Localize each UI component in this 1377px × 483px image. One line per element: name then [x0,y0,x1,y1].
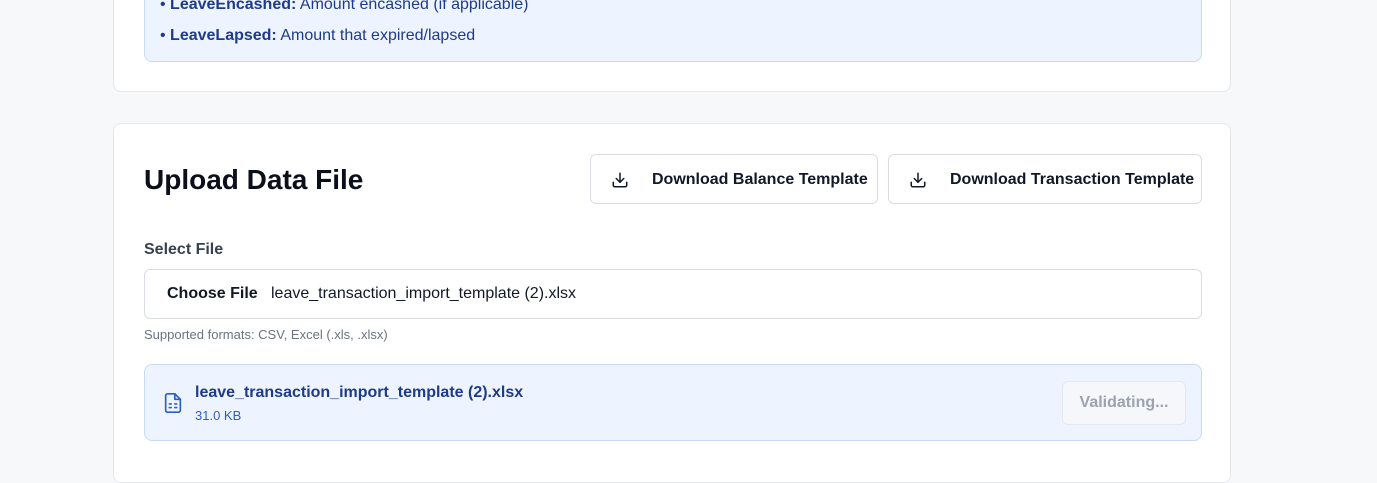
info-desc: Amount that expired/lapsed [276,27,476,44]
column-info-box: • LeaveEncashed: Amount encashed (if app… [144,0,1202,62]
select-file-label: Select File [144,241,224,258]
upload-card: Upload Data File Download Balance Templa… [113,123,1231,483]
file-input[interactable]: Choose File leave_transaction_import_tem… [144,269,1202,319]
info-key: LeaveEncashed: [170,0,297,13]
spreadsheet-file-icon [164,393,182,413]
selected-file-size: 31.0 KB [195,408,242,423]
info-key: LeaveLapsed: [170,27,277,44]
download-transaction-template-button[interactable]: Download Transaction Template [888,154,1202,204]
supported-formats-hint: Supported formats: CSV, Excel (.xls, .xl… [144,327,388,342]
download-transaction-label: Download Transaction Template [950,171,1195,188]
info-desc: Amount encashed (if applicable) [296,0,529,13]
info-card: • LeaveEncashed: Amount encashed (if app… [113,0,1231,92]
selected-file-name: leave_transaction_import_template (2).xl… [195,384,524,401]
download-icon [910,172,926,188]
validating-button[interactable]: Validating... [1062,381,1186,425]
choose-file-button[interactable]: Choose File [167,285,258,303]
info-item-leave-lapsed: • LeaveLapsed: Amount that expired/lapse… [160,27,476,44]
selected-file-panel: leave_transaction_import_template (2).xl… [144,364,1202,441]
download-balance-template-button[interactable]: Download Balance Template [590,154,878,204]
section-title: Upload Data File [144,164,364,195]
download-icon [612,172,628,188]
download-balance-label: Download Balance Template [652,171,868,188]
chosen-file-name: leave_transaction_import_template (2).xl… [271,285,577,302]
info-item-leave-encashed: • LeaveEncashed: Amount encashed (if app… [160,0,528,14]
